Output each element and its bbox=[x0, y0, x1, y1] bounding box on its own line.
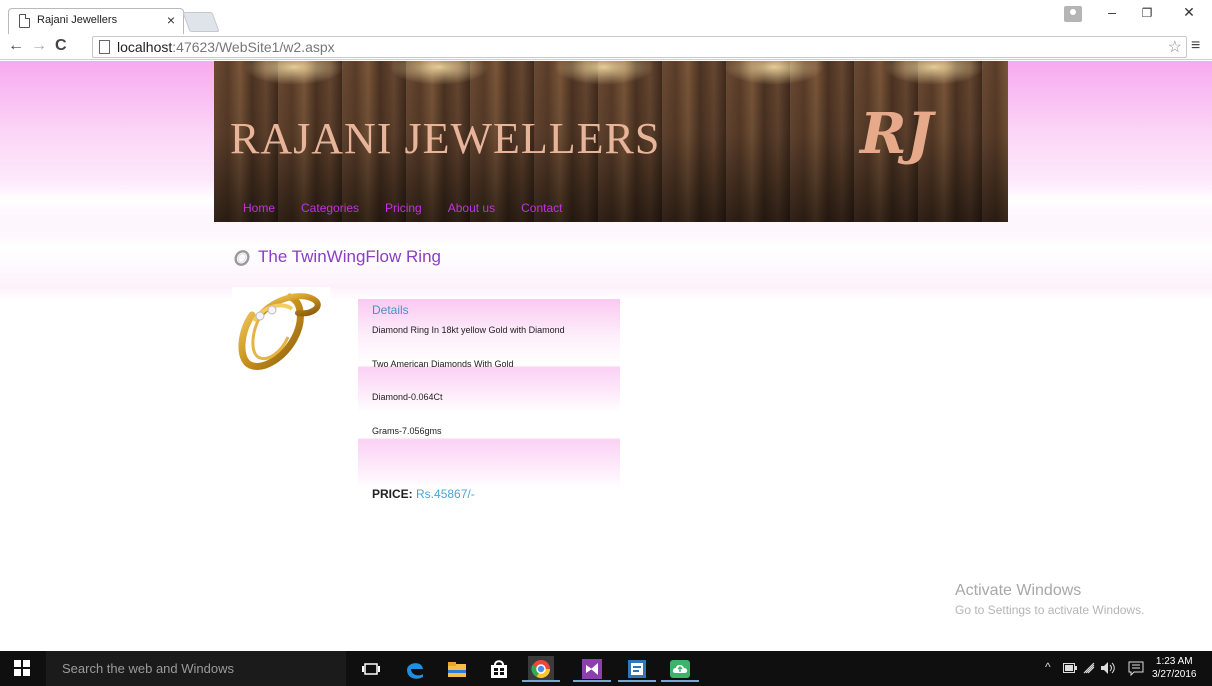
active-app-indicator bbox=[522, 680, 560, 682]
clock-time: 1:23 AM bbox=[1155, 656, 1193, 667]
ring-icon bbox=[234, 250, 250, 266]
visual-studio-app-slot[interactable] bbox=[573, 656, 611, 682]
details-heading: Details bbox=[372, 303, 409, 317]
chrome-app-slot[interactable] bbox=[522, 656, 560, 682]
url-text: localhost:47623/WebSite1/w2.aspx bbox=[117, 39, 335, 55]
product-details: Details Diamond Ring In 18kt yellow Gold… bbox=[358, 299, 620, 489]
site-header: RAJANI JEWELLERS RJ Home Categories Pric… bbox=[214, 61, 1008, 222]
url-bar[interactable]: localhost:47623/WebSite1/w2.aspx ☆ bbox=[92, 36, 1187, 58]
web-page: RAJANI JEWELLERS RJ Home Categories Pric… bbox=[0, 61, 1212, 651]
restore-button[interactable]: ❐ bbox=[1132, 6, 1162, 20]
wifi-icon[interactable] bbox=[1082, 661, 1096, 675]
url-host: localhost bbox=[117, 39, 173, 55]
price: PRICE: Rs.45867/- bbox=[372, 487, 475, 501]
price-label: PRICE: bbox=[372, 487, 413, 501]
close-window-button[interactable]: ✕ bbox=[1174, 4, 1204, 21]
browser-tab-strip: Rajani Jewellers × – ❐ ✕ bbox=[0, 0, 1212, 34]
activate-subtitle: Go to Settings to activate Windows. bbox=[955, 603, 1145, 617]
bookmark-star-icon[interactable]: ☆ bbox=[1168, 37, 1182, 57]
tab-title: Rajani Jewellers bbox=[37, 14, 118, 26]
publisher-icon bbox=[628, 660, 646, 678]
product-image[interactable] bbox=[232, 287, 330, 377]
background-fade bbox=[0, 211, 1212, 301]
url-path: :47623/WebSite1/w2.aspx bbox=[172, 39, 335, 55]
activate-title: Activate Windows bbox=[955, 582, 1082, 599]
battery-icon[interactable] bbox=[1063, 663, 1077, 673]
tray-chevron-icon[interactable]: ^ bbox=[1045, 660, 1051, 674]
store-icon[interactable] bbox=[486, 656, 512, 682]
publisher-app-slot[interactable] bbox=[618, 656, 656, 682]
activate-windows-watermark: Activate Windows Go to Settings to activ… bbox=[955, 582, 1144, 617]
cloud-app-slot[interactable] bbox=[661, 656, 699, 682]
tab-close-icon[interactable]: × bbox=[167, 12, 175, 28]
minimize-button[interactable]: – bbox=[1097, 4, 1127, 20]
taskbar-clock[interactable]: 1:23 AM 3/27/2016 bbox=[1152, 655, 1197, 681]
active-app-indicator bbox=[618, 680, 656, 682]
main-nav: Home Categories Pricing About us Contact bbox=[243, 201, 588, 215]
edge-browser-icon[interactable] bbox=[402, 656, 428, 682]
visual-studio-icon bbox=[582, 659, 602, 679]
taskbar-search-input[interactable]: Search the web and Windows bbox=[46, 651, 346, 686]
new-tab-button[interactable] bbox=[182, 12, 220, 32]
detail-line: Diamond Ring In 18kt yellow Gold with Di… bbox=[372, 325, 565, 335]
windows-start-icon[interactable] bbox=[14, 660, 30, 676]
brand-title: RAJANI JEWELLERS bbox=[230, 114, 661, 163]
volume-icon[interactable] bbox=[1100, 661, 1116, 675]
browser-menu-icon[interactable]: ≡ bbox=[1191, 37, 1200, 55]
cloud-upload-icon bbox=[670, 660, 690, 678]
nav-contact[interactable]: Contact bbox=[521, 201, 562, 215]
chrome-icon bbox=[531, 660, 550, 679]
active-app-indicator bbox=[661, 680, 699, 682]
price-value: Rs.45867/- bbox=[416, 487, 475, 501]
product-title: The TwinWingFlow Ring bbox=[232, 247, 441, 267]
detail-line: Grams-7.056gms bbox=[372, 426, 442, 436]
task-view-icon[interactable] bbox=[358, 656, 384, 682]
page-icon bbox=[19, 14, 30, 28]
nav-home[interactable]: Home bbox=[243, 201, 275, 215]
windows-taskbar: Search the web and Windows ^ 1:23 AM 3/2… bbox=[0, 651, 1212, 686]
detail-line: Two American Diamonds With Gold bbox=[372, 359, 514, 369]
forward-icon[interactable]: → bbox=[31, 37, 47, 55]
user-profile-icon[interactable] bbox=[1064, 6, 1082, 22]
active-app-indicator bbox=[573, 680, 611, 682]
action-center-icon[interactable] bbox=[1128, 661, 1144, 676]
nav-categories[interactable]: Categories bbox=[301, 201, 359, 215]
search-placeholder: Search the web and Windows bbox=[62, 661, 234, 676]
page-icon bbox=[99, 40, 110, 54]
back-icon[interactable]: ← bbox=[8, 37, 24, 55]
brand-monogram: RJ bbox=[860, 101, 934, 167]
reload-icon[interactable]: C bbox=[55, 37, 67, 55]
nav-about-us[interactable]: About us bbox=[448, 201, 495, 215]
ring-image bbox=[238, 293, 321, 370]
clock-date: 3/27/2016 bbox=[1152, 669, 1197, 680]
nav-pricing[interactable]: Pricing bbox=[385, 201, 422, 215]
detail-line: Diamond-0.064Ct bbox=[372, 392, 443, 402]
address-toolbar: ← → C localhost:47623/WebSite1/w2.aspx ☆… bbox=[0, 34, 1212, 60]
product-title-text: The TwinWingFlow Ring bbox=[258, 247, 441, 266]
browser-tab[interactable]: Rajani Jewellers × bbox=[8, 8, 184, 34]
file-explorer-icon[interactable] bbox=[444, 656, 470, 682]
